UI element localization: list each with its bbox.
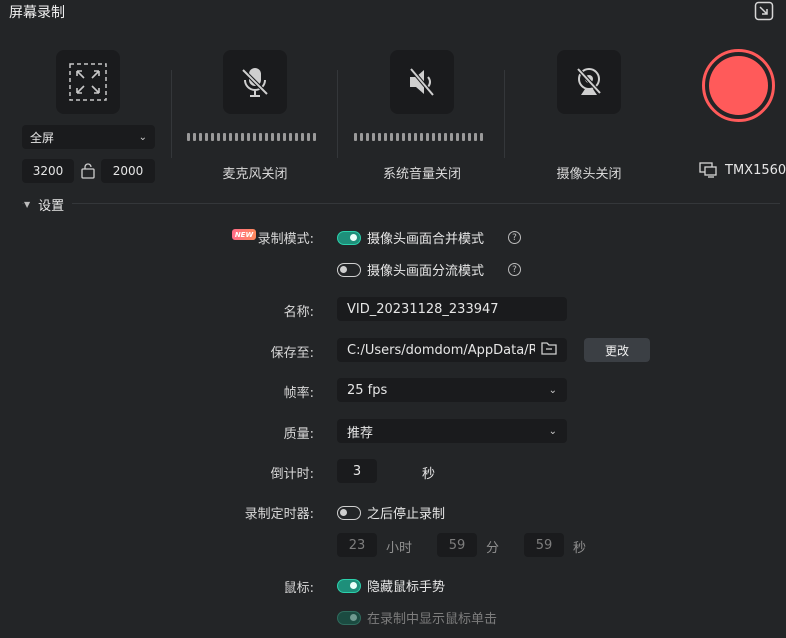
- microphone-level-meter: [187, 133, 316, 141]
- timer-option[interactable]: 之后停止录制: [337, 503, 445, 522]
- device-name: TMX1560: [725, 162, 786, 178]
- divider: [504, 70, 505, 158]
- split-mode-toggle[interactable]: [337, 262, 361, 277]
- folder-icon[interactable]: [541, 341, 557, 359]
- exit-fullscreen-icon[interactable]: [754, 1, 774, 21]
- record-button[interactable]: [702, 49, 775, 122]
- camera-off-icon: [576, 67, 602, 95]
- screen-area-button[interactable]: [56, 50, 120, 114]
- width-input[interactable]: 3200: [22, 159, 74, 183]
- divider: [22, 203, 780, 204]
- timer-seconds-unit: 秒: [573, 541, 587, 556]
- merge-mode-toggle[interactable]: [337, 230, 361, 245]
- mouse-label: 鼠标:: [283, 581, 314, 596]
- system-audio-toggle[interactable]: [390, 50, 454, 114]
- camera-toggle[interactable]: [557, 50, 621, 114]
- save-to-label: 保存至:: [270, 346, 314, 361]
- change-path-button[interactable]: 更改: [584, 338, 650, 362]
- timer-hours-unit: 小时: [386, 541, 413, 556]
- divider: [171, 70, 172, 158]
- merge-mode-option[interactable]: 摄像头画面合并模式 ?: [337, 228, 522, 247]
- show-clicks-option: 在录制中显示鼠标单击: [337, 608, 497, 627]
- countdown-input[interactable]: 3: [337, 459, 377, 483]
- timer-minutes-unit: 分: [486, 541, 500, 556]
- timer-hours-input[interactable]: 23: [337, 533, 377, 557]
- settings-header: 设置: [38, 199, 65, 214]
- chevron-down-icon: ⌄: [138, 131, 147, 143]
- countdown-label: 倒计时:: [270, 467, 314, 482]
- hide-cursor-toggle[interactable]: [337, 578, 361, 593]
- aspect-lock-icon[interactable]: [81, 163, 95, 183]
- system-audio-label: 系统音量关闭: [382, 167, 461, 182]
- chevron-down-icon: ⌄: [548, 384, 557, 396]
- microphone-off-icon: [241, 68, 269, 97]
- show-clicks-toggle: [337, 610, 361, 625]
- timer-seconds-input[interactable]: 59: [524, 533, 564, 557]
- split-mode-text: 摄像头画面分流模式: [367, 264, 485, 279]
- record-mode-label: 录制模式:: [257, 232, 314, 247]
- help-icon[interactable]: ?: [508, 263, 522, 276]
- name-label: 名称:: [283, 305, 314, 320]
- height-input[interactable]: 2000: [101, 159, 155, 183]
- quality-label: 质量:: [283, 427, 314, 442]
- chevron-down-icon: ⌄: [548, 425, 557, 437]
- quality-select[interactable]: 推荐 ⌄: [337, 419, 567, 443]
- fullscreen-icon: [69, 63, 107, 101]
- divider: [337, 70, 338, 158]
- microphone-label: 麦克风关闭: [222, 167, 288, 182]
- caret-down-icon: ▼: [24, 200, 31, 209]
- fps-value: 25 fps: [347, 382, 388, 398]
- hide-cursor-option[interactable]: 隐藏鼠标手势: [337, 576, 445, 595]
- system-audio-level-meter: [354, 133, 483, 141]
- timer-stop-text: 之后停止录制: [367, 507, 446, 522]
- fps-select[interactable]: 25 fps ⌄: [337, 378, 567, 402]
- quality-value: 推荐: [347, 425, 374, 441]
- help-icon[interactable]: ?: [508, 231, 522, 244]
- capture-mode-value: 全屏: [30, 130, 55, 145]
- split-mode-option[interactable]: 摄像头画面分流模式 ?: [337, 260, 522, 279]
- recording-device[interactable]: TMX1560: [699, 162, 786, 178]
- settings-section-toggle[interactable]: ▼ 设置: [24, 195, 73, 214]
- capture-mode-select[interactable]: 全屏 ⌄: [22, 125, 155, 149]
- microphone-toggle[interactable]: [223, 50, 287, 114]
- show-clicks-text: 在录制中显示鼠标单击: [367, 612, 498, 627]
- save-path-value: C:/Users/domdom/AppData/Roa: [347, 342, 535, 358]
- camera-label: 摄像头关闭: [556, 167, 622, 182]
- filename-value: VID_20231128_233947: [347, 301, 499, 317]
- timer-label: 录制定时器:: [244, 507, 314, 522]
- window-title: 屏幕录制: [9, 5, 65, 21]
- timer-minutes-input[interactable]: 59: [437, 533, 477, 557]
- speaker-off-icon: [409, 67, 435, 97]
- merge-mode-text: 摄像头画面合并模式: [367, 232, 485, 247]
- hide-cursor-text: 隐藏鼠标手势: [367, 580, 446, 595]
- monitor-icon: [699, 162, 717, 178]
- fps-label: 帧率:: [283, 386, 314, 401]
- timer-toggle[interactable]: [337, 505, 361, 520]
- countdown-unit: 秒: [422, 467, 436, 482]
- record-icon: [709, 56, 768, 115]
- filename-input[interactable]: VID_20231128_233947: [337, 297, 567, 321]
- save-path-input[interactable]: C:/Users/domdom/AppData/Roa: [337, 338, 567, 362]
